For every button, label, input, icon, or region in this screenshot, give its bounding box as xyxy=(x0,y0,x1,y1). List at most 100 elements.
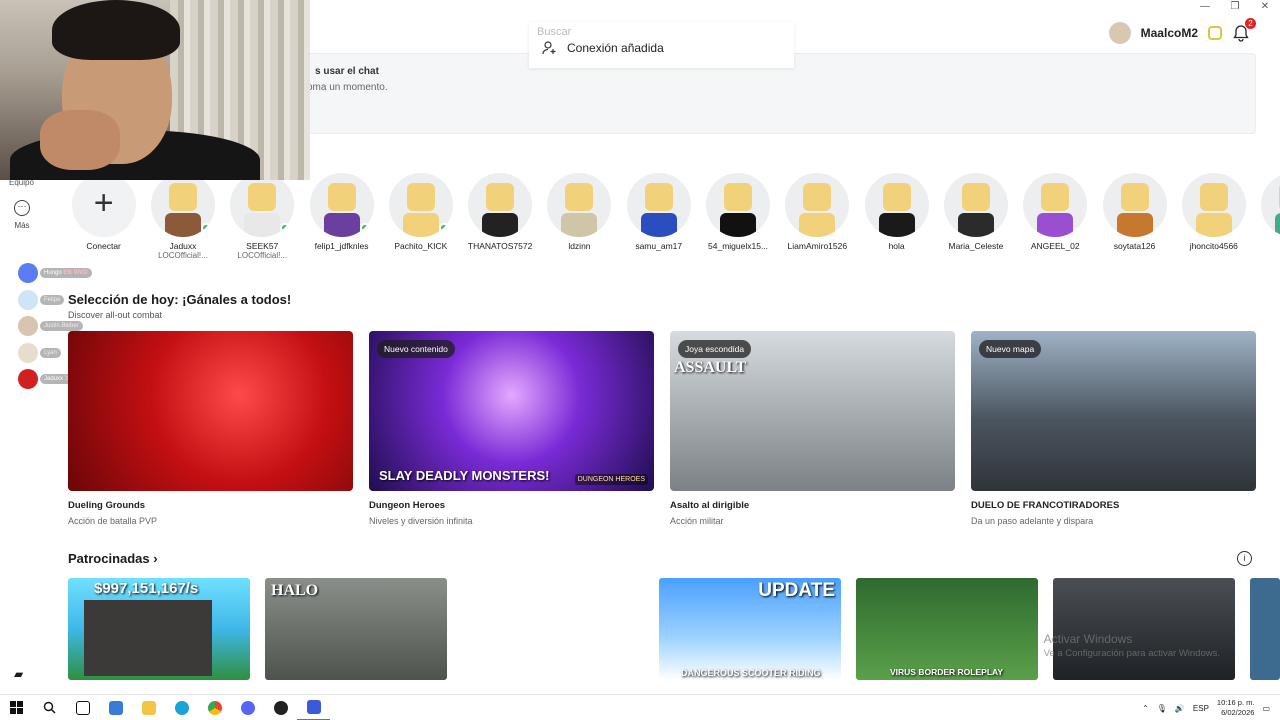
friend-avatar[interactable] xyxy=(864,173,929,237)
sponsored-tile[interactable]: $997,151,167/sRebug Business xyxy=(68,578,250,680)
file-explorer-icon[interactable] xyxy=(132,695,165,720)
friend-status: LOCOfficial!... xyxy=(237,251,288,260)
sidebar-item-more[interactable]: ··· Más xyxy=(12,200,32,230)
avatar-body xyxy=(640,213,677,237)
friend-item[interactable]: SEEK57 LOCOfficial!... xyxy=(223,173,302,260)
friend-avatar[interactable] xyxy=(785,173,850,237)
friend-avatar[interactable] xyxy=(1261,173,1280,237)
friend-avatar[interactable] xyxy=(468,173,533,237)
user-avatar[interactable] xyxy=(1108,22,1131,44)
notifications-bell-icon[interactable]: 2 xyxy=(1232,18,1256,42)
game-name: Dueling Grounds xyxy=(68,500,146,511)
friend-avatar[interactable] xyxy=(309,173,374,237)
friend-avatar[interactable] xyxy=(388,173,453,237)
avatar-body xyxy=(799,213,836,237)
avatar-body xyxy=(244,213,281,237)
friend-avatar[interactable] xyxy=(943,173,1008,237)
online-status-dot xyxy=(359,223,370,233)
microphone-icon[interactable]: 🎙 xyxy=(1157,704,1167,713)
friend-item[interactable]: felip1_jdfknles xyxy=(302,173,381,260)
game-thumbnail[interactable]: ASSAULT Joya escondida xyxy=(670,331,955,491)
sponsored-tile[interactable]: VIRUS BORDER ROLEPLAYJuego de rol fronte… xyxy=(856,578,1038,680)
friend-avatar[interactable] xyxy=(1102,173,1167,237)
friend-item[interactable]: ANGEEL_02 xyxy=(1016,173,1095,260)
search-dropdown: Buscar Conexión añadida xyxy=(529,22,794,68)
sponsored-tile[interactable]: HALOLa batalla de Reach: Juego de rol... xyxy=(265,578,447,680)
restore-icon[interactable]: ❐ xyxy=(1220,0,1250,14)
friend-avatar[interactable] xyxy=(1023,173,1088,237)
friend-avatar[interactable] xyxy=(1181,173,1246,237)
notification-center-icon[interactable]: ▭ xyxy=(1262,704,1270,713)
roblox-logo-icon[interactable]: ▰ xyxy=(14,667,23,681)
language-indicator[interactable]: ESP xyxy=(1193,704,1209,713)
friend-item[interactable]: rob xyxy=(1253,173,1280,260)
search-input[interactable]: Buscar xyxy=(537,26,571,38)
avatar-head xyxy=(644,183,673,211)
section-title-today[interactable]: Selección de hoy: ¡Gánales a todos! xyxy=(68,292,291,307)
game-tile[interactable]: Nuevo mapa DUELO DE FRANCOTIRADORES Da u… xyxy=(971,331,1256,526)
game-badge: Joya escondida xyxy=(678,340,752,358)
search-icon[interactable] xyxy=(33,695,66,720)
toast-connection-added: Conexión añadida xyxy=(541,40,664,56)
discord-avatar xyxy=(18,342,38,363)
thumbnail-text: SLAY DEADLY MONSTERS! xyxy=(379,468,550,483)
friend-item[interactable]: Jaduxx LOCOfficial!... xyxy=(143,173,222,260)
obs-icon[interactable] xyxy=(264,695,297,720)
minimize-icon[interactable]: — xyxy=(1190,0,1220,14)
friend-item[interactable]: LiamAmiro1526 xyxy=(778,173,857,260)
discord-icon[interactable] xyxy=(231,695,264,720)
friend-item[interactable]: THANATOS7572 xyxy=(460,173,539,260)
friend-avatar[interactable] xyxy=(150,173,215,237)
thumbnail-text: ASSAULT xyxy=(674,359,747,376)
chevron-up-icon[interactable]: ⌃ xyxy=(1142,704,1149,713)
friend-name: soytata126 xyxy=(1113,241,1156,251)
more-label: Más xyxy=(14,221,30,230)
friend-item[interactable]: hola xyxy=(857,173,936,260)
windows-start-icon[interactable] xyxy=(0,695,33,720)
sponsored-tile[interactable]: BOFETADA xyxy=(462,578,644,680)
presence-tag: Hungo EN VIVO xyxy=(40,268,92,279)
store-icon[interactable] xyxy=(99,695,132,720)
friend-item[interactable]: Pachito_KICK xyxy=(381,173,460,260)
username[interactable]: MaalcoM2 xyxy=(1141,26,1198,40)
chrome-icon[interactable] xyxy=(198,695,231,720)
sponsored-tile[interactable]: Tyran xyxy=(1250,578,1280,680)
sponsored-tile[interactable]: Pelea de Buckingham xyxy=(1053,578,1235,680)
game-tile[interactable]: Dueling Grounds Acción de batalla PVP xyxy=(68,331,353,526)
roblox-taskbar-icon[interactable] xyxy=(297,695,330,720)
friends-carousel: + Conectar Jaduxx LOCOfficial!... SEEK57 LO… xyxy=(64,173,1280,260)
friend-item[interactable]: Maria_Celeste xyxy=(936,173,1015,260)
friend-item[interactable]: 54_miguelx15... xyxy=(698,173,777,260)
sponsored-tile[interactable]: UPDATEDANGEROUS SCOOTER RIDINGConducción… xyxy=(659,578,841,680)
edge-icon[interactable] xyxy=(165,695,198,720)
game-thumbnail[interactable]: Nuevo contenido SLAY DEADLY MONSTERS! DU… xyxy=(369,331,654,491)
thumbnail-text: HALO xyxy=(271,582,319,599)
game-tile[interactable]: ASSAULT Joya escondida Asalto al dirigib… xyxy=(670,331,955,526)
game-tile[interactable]: Nuevo contenido SLAY DEADLY MONSTERS! DU… xyxy=(369,331,654,526)
friend-avatar[interactable] xyxy=(626,173,691,237)
info-icon[interactable]: i xyxy=(1237,551,1252,566)
game-thumbnail[interactable]: Nuevo mapa xyxy=(971,331,1256,491)
game-badge: Nuevo contenido xyxy=(377,340,455,358)
friend-item[interactable]: samu_am17 xyxy=(619,173,698,260)
avatar-body xyxy=(482,213,519,237)
friend-avatar[interactable] xyxy=(706,173,771,237)
friend-item[interactable]: jhoncito4566 xyxy=(1174,173,1253,260)
friend-avatar[interactable] xyxy=(230,173,295,237)
friend-name: THANATOS7572 xyxy=(467,241,533,251)
friend-avatar[interactable] xyxy=(547,173,612,237)
task-view-icon[interactable] xyxy=(66,695,99,720)
game-thumbnail[interactable] xyxy=(68,331,353,491)
close-icon[interactable]: ✕ xyxy=(1250,0,1280,14)
section-title-sponsored[interactable]: Patrocinadas › xyxy=(68,551,158,566)
avatar-body xyxy=(957,213,994,237)
friend-item[interactable]: ldzinn xyxy=(540,173,619,260)
friend-item[interactable]: soytata126 xyxy=(1095,173,1174,260)
robux-icon[interactable] xyxy=(1208,26,1222,40)
connect-friend-button[interactable]: + Conectar xyxy=(64,173,143,260)
volume-icon[interactable]: 🔊 xyxy=(1175,704,1185,713)
avatar-head xyxy=(803,183,832,211)
clock[interactable]: 10:16 p. m. 6/02/2026 xyxy=(1217,698,1255,718)
presence-tag: Felipe xyxy=(40,294,65,305)
chat-notice-title: s usar el chat xyxy=(315,66,379,77)
